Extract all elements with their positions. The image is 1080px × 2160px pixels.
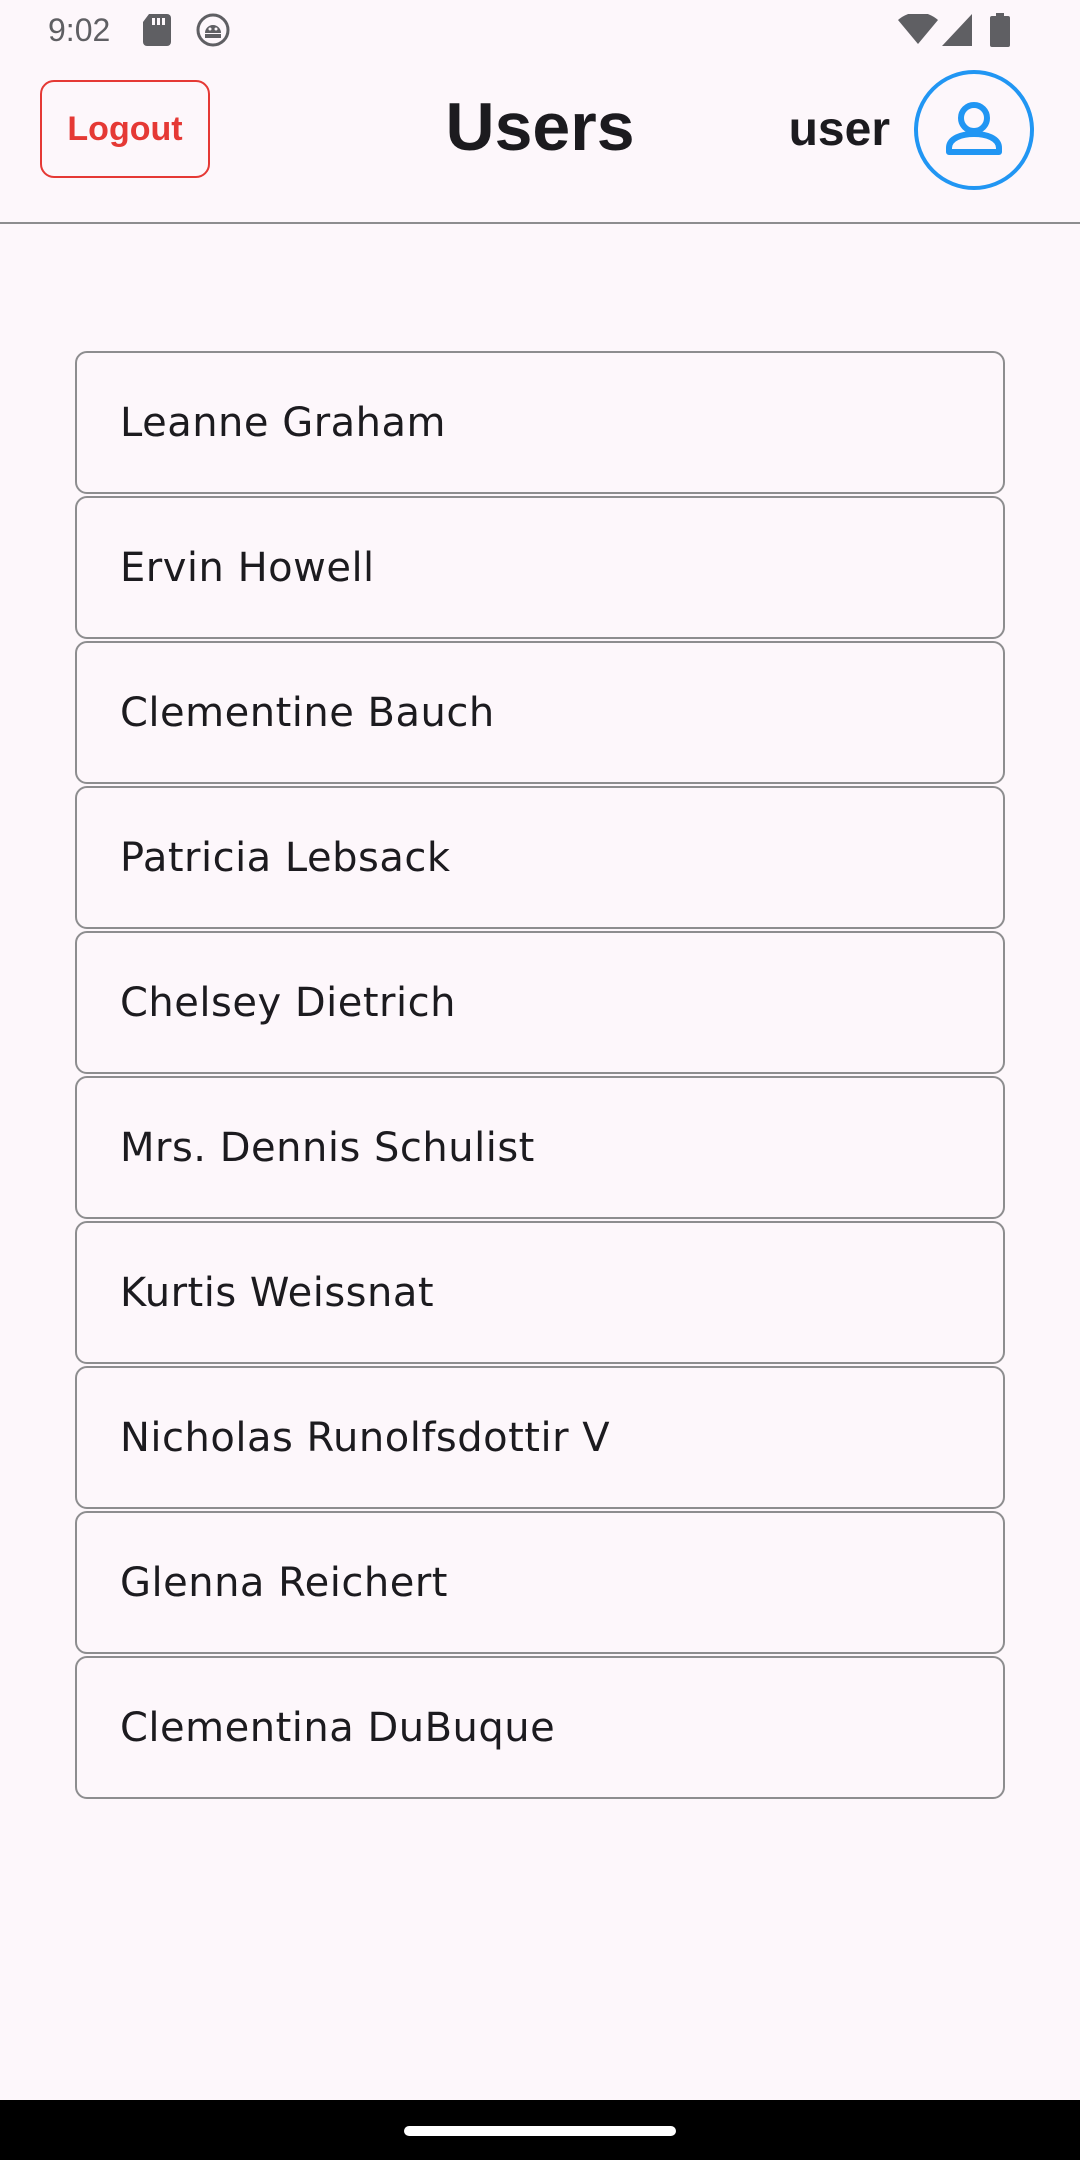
- status-bar: 9:02: [0, 0, 1080, 60]
- android-debug-icon: [196, 13, 230, 47]
- user-list-item[interactable]: Mrs. Dennis Schulist: [75, 1076, 1005, 1219]
- user-list-item[interactable]: Chelsey Dietrich: [75, 931, 1005, 1074]
- avatar[interactable]: [914, 70, 1034, 190]
- battery-icon: [990, 13, 1010, 47]
- page-title: Users: [445, 89, 635, 165]
- signal-icon: [942, 14, 972, 46]
- status-time: 9:02: [48, 12, 111, 48]
- account-circle-icon: [946, 102, 1002, 155]
- home-gesture-handle[interactable]: [404, 2126, 676, 2136]
- user-list-item[interactable]: Nicholas Runolfsdottir V: [75, 1366, 1005, 1509]
- user-list-item[interactable]: Kurtis Weissnat: [75, 1221, 1005, 1364]
- current-user-label: user: [788, 103, 890, 156]
- user-list-item[interactable]: Ervin Howell: [75, 496, 1005, 639]
- navigation-bar: [0, 2100, 1080, 2160]
- wifi-icon: [898, 14, 938, 44]
- user-list-item[interactable]: Clementina DuBuque: [75, 1656, 1005, 1799]
- user-list-item[interactable]: Glenna Reichert: [75, 1511, 1005, 1654]
- user-list-item[interactable]: Clementine Bauch: [75, 641, 1005, 784]
- logout-button[interactable]: Logout: [40, 80, 210, 178]
- user-list: Leanne Graham Ervin Howell Clementine Ba…: [75, 351, 1005, 1801]
- user-list-item[interactable]: Patricia Lebsack: [75, 786, 1005, 929]
- sd-card-icon: [143, 14, 171, 46]
- user-list-item[interactable]: Leanne Graham: [75, 351, 1005, 494]
- app-bar: Logout Users user: [0, 60, 1080, 224]
